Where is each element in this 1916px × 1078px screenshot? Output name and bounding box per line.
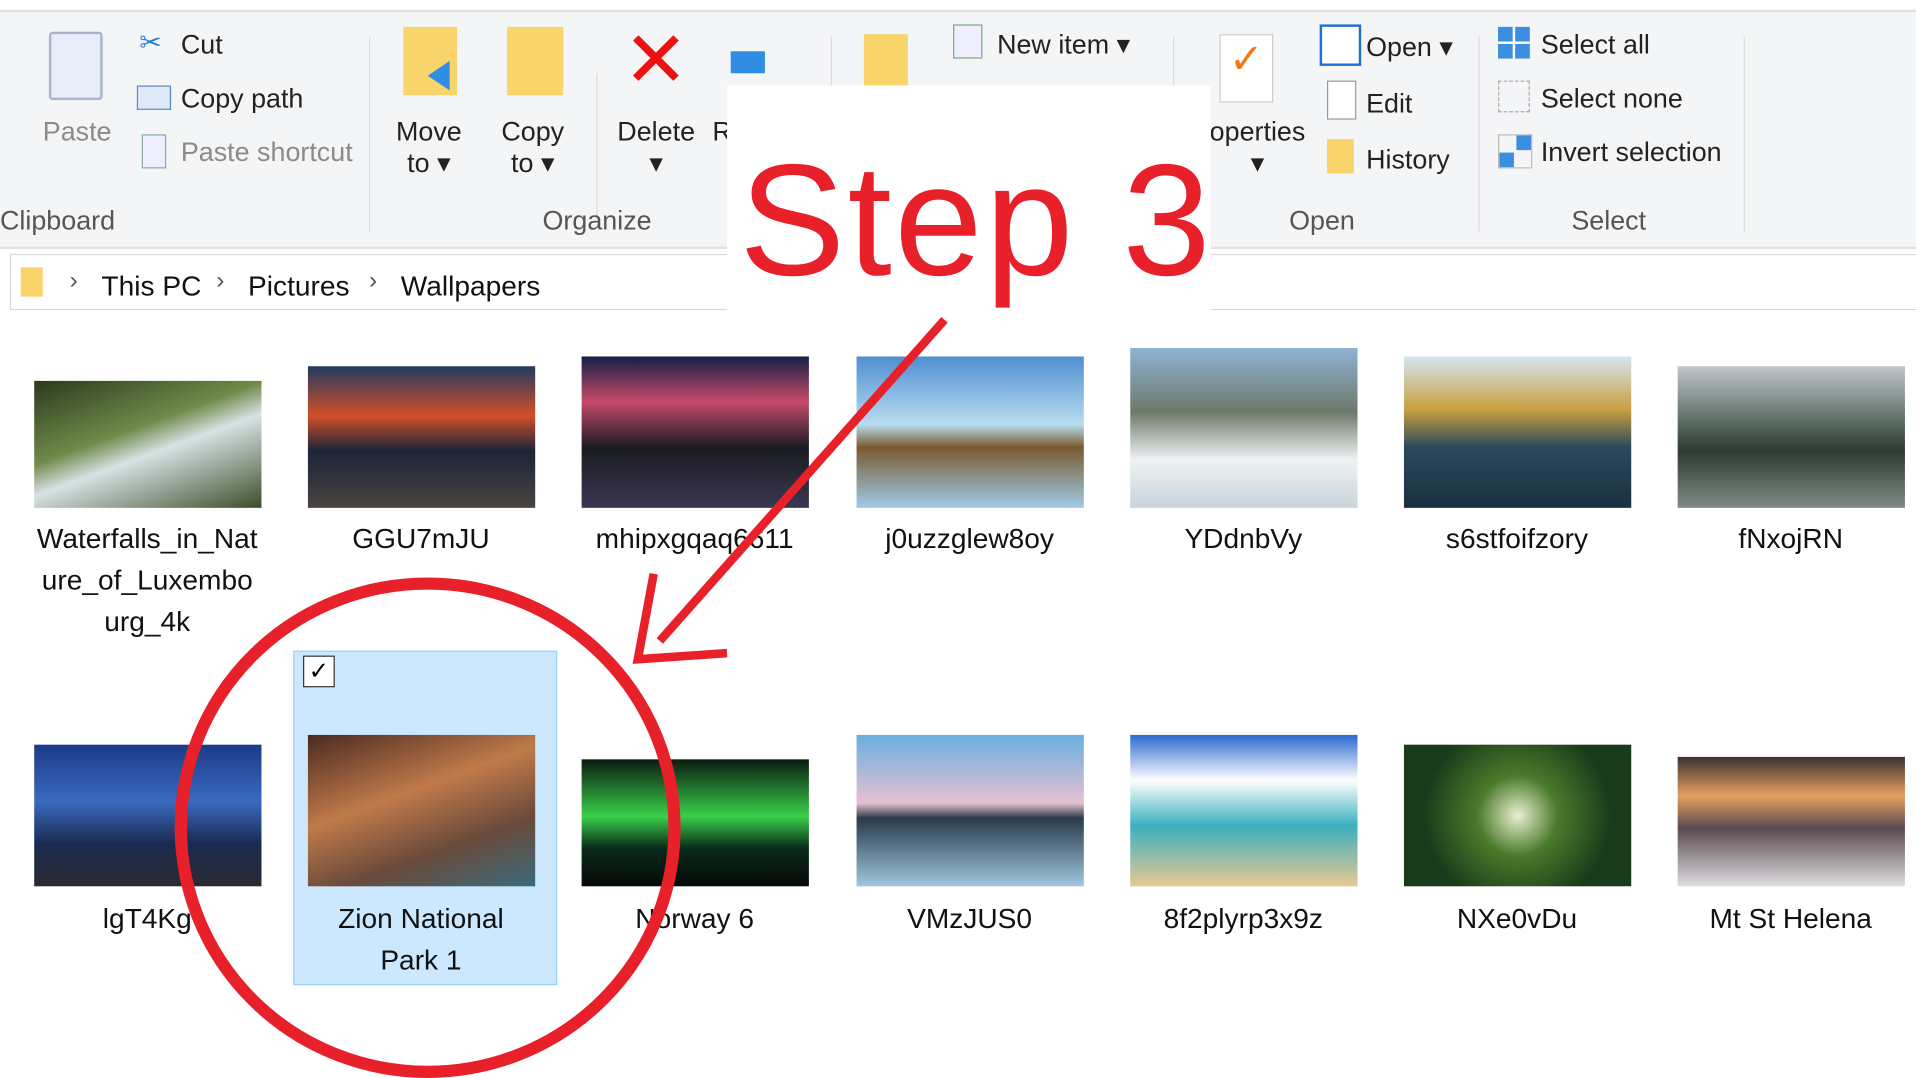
highlight-circle xyxy=(174,577,681,1078)
annotation-overlay xyxy=(174,317,948,1078)
annotation-arrow xyxy=(656,317,948,644)
